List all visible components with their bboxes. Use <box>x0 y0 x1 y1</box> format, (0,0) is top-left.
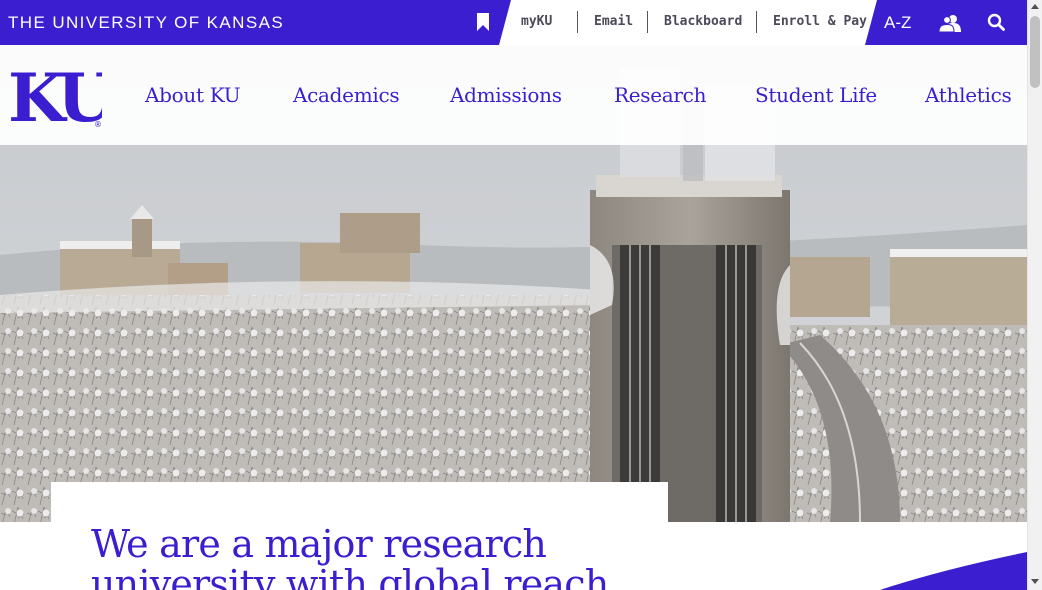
scroll-up-arrow[interactable] <box>1031 4 1039 9</box>
ku-logo-text: KU <box>8 63 102 127</box>
university-name-link[interactable]: THE UNIVERSITY OF KANSAS <box>8 13 284 33</box>
page-scrollbar[interactable] <box>1027 0 1042 590</box>
intro-card: We are a major research university with … <box>51 482 668 590</box>
ku-logo[interactable]: KU ® <box>8 63 102 127</box>
nav-student-life[interactable]: Student Life <box>755 83 877 107</box>
main-navigation: KU ® About KU Academics Admissions Resea… <box>0 45 1027 145</box>
email-link[interactable]: Email <box>594 14 633 29</box>
registered-mark: ® <box>94 120 102 127</box>
enroll-pay-link[interactable]: Enroll & Pay <box>773 14 867 29</box>
scroll-down-arrow[interactable] <box>1031 579 1039 584</box>
blackboard-link[interactable]: Blackboard <box>664 14 742 29</box>
myku-link[interactable]: myKU <box>521 14 552 29</box>
nav-about-ku[interactable]: About KU <box>145 83 241 107</box>
nav-research[interactable]: Research <box>614 83 706 107</box>
divider <box>647 11 648 33</box>
search-icon[interactable] <box>987 13 1005 31</box>
scroll-thumb[interactable] <box>1030 16 1040 88</box>
nav-admissions[interactable]: Admissions <box>450 83 562 107</box>
hero-headline: We are a major research university with … <box>91 522 609 590</box>
utility-bar: THE UNIVERSITY OF KANSAS myKU Email Blac… <box>0 0 1027 45</box>
nav-athletics[interactable]: Athletics <box>925 83 1012 107</box>
bookmark-icon[interactable] <box>476 12 490 32</box>
people-icon[interactable] <box>939 14 961 32</box>
divider <box>577 11 578 33</box>
a-z-index-link[interactable]: A-Z <box>884 13 911 33</box>
quicklinks-bar: myKU Email Blackboard Enroll & Pay <box>499 0 877 45</box>
decorative-swoosh <box>880 552 1027 590</box>
divider <box>756 11 757 33</box>
nav-academics[interactable]: Academics <box>293 83 400 107</box>
